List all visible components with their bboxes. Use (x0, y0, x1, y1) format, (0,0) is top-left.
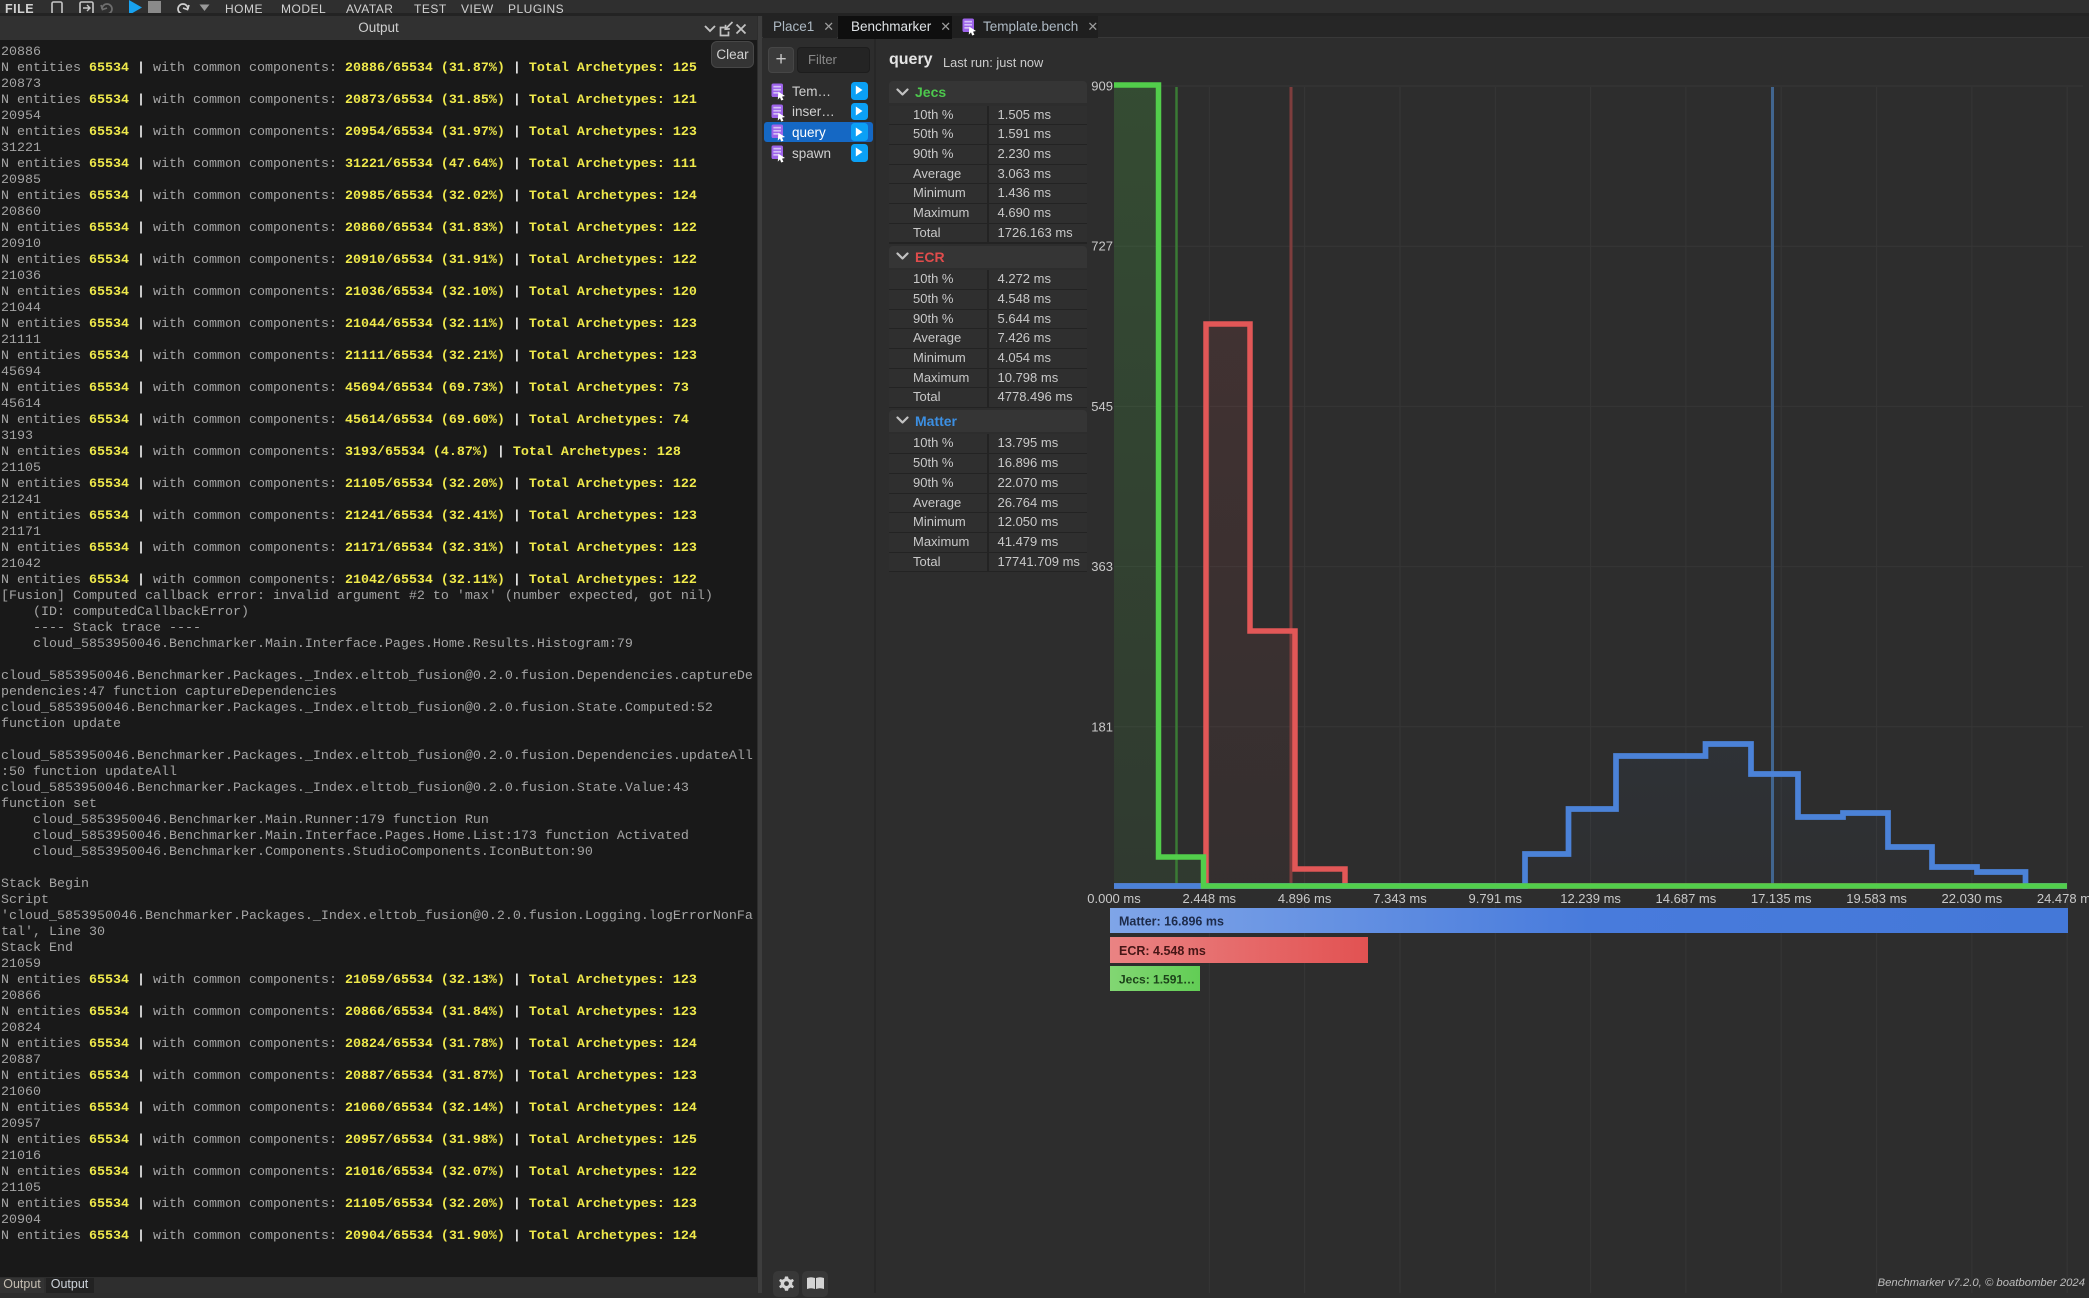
svg-text:181: 181 (1091, 719, 1113, 734)
svg-text:24.478 ms: 24.478 ms (2037, 891, 2089, 906)
svg-text:12.239 ms: 12.239 ms (1560, 891, 1621, 906)
svg-text:9.791 ms: 9.791 ms (1469, 891, 1523, 906)
svg-text:4.896 ms: 4.896 ms (1278, 891, 1332, 906)
svg-text:909: 909 (1091, 79, 1113, 94)
svg-text:ECR: 4.548 ms: ECR: 4.548 ms (1119, 944, 1206, 958)
svg-text:7.343 ms: 7.343 ms (1373, 891, 1427, 906)
svg-text:Jecs: 1.591…: Jecs: 1.591… (1119, 973, 1195, 987)
svg-text:Matter: 16.896 ms: Matter: 16.896 ms (1119, 915, 1224, 929)
svg-text:17.135 ms: 17.135 ms (1751, 891, 1812, 906)
svg-text:0.000 ms: 0.000 ms (1087, 891, 1141, 906)
svg-text:363: 363 (1091, 559, 1113, 574)
svg-text:545: 545 (1091, 399, 1113, 414)
svg-text:22.030 ms: 22.030 ms (1942, 891, 2003, 906)
svg-text:2.448 ms: 2.448 ms (1183, 891, 1237, 906)
svg-text:14.687 ms: 14.687 ms (1656, 891, 1717, 906)
svg-text:19.583 ms: 19.583 ms (1846, 891, 1907, 906)
svg-text:727: 727 (1091, 239, 1113, 254)
